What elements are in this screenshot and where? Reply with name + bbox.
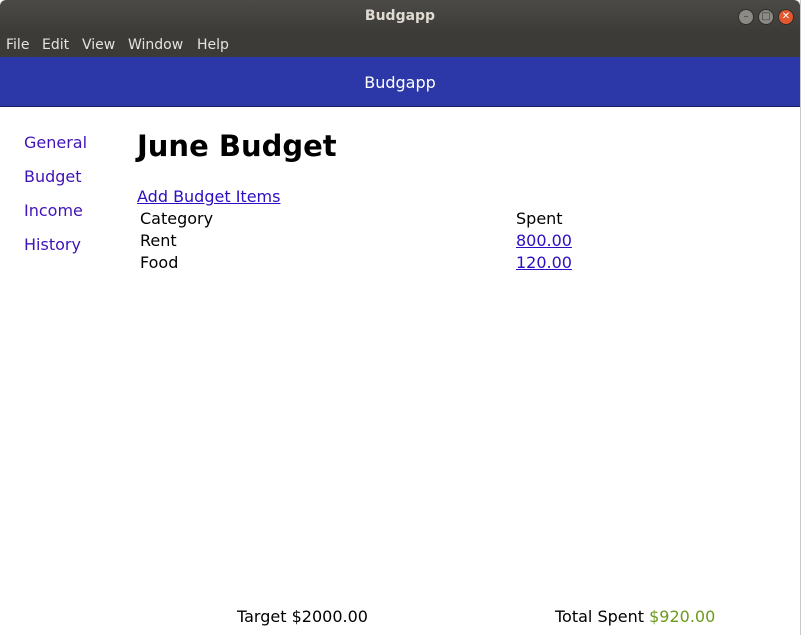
app-header: Budgapp [0,57,800,107]
menu-file[interactable]: File [6,37,29,53]
window-titlebar[interactable]: Budgapp – □ ✕ [0,0,800,33]
target-summary: Target $2000.00 [237,607,368,626]
sidebar-item-general[interactable]: General [24,133,87,152]
maximize-icon[interactable]: □ [758,9,774,25]
sidebar-item-income[interactable]: Income [24,201,83,220]
close-icon[interactable]: ✕ [778,9,794,25]
total-spent-label: Total Spent [555,607,645,626]
total-spent-value: $920.00 [649,607,716,626]
spent-amount-link[interactable]: 800.00 [516,231,572,250]
category-cell: Food [140,253,179,272]
spent-amount-link[interactable]: 120.00 [516,253,572,272]
category-cell: Rent [140,231,177,250]
column-header-spent: Spent [516,209,563,228]
add-budget-items-link[interactable]: Add Budget Items [137,187,280,206]
total-spent-summary: Total Spent $920.00 [555,607,715,626]
window-title: Budgapp [364,8,436,24]
target-label: Target [237,607,287,626]
menu-view[interactable]: View [82,37,115,53]
target-value: $2000.00 [291,607,368,626]
menu-bar: File Edit View Window Help [0,33,800,57]
sidebar-item-budget[interactable]: Budget [24,167,82,186]
menu-window[interactable]: Window [128,37,183,53]
menu-edit[interactable]: Edit [42,37,69,53]
page-title: June Budget [137,129,337,163]
minimize-icon[interactable]: – [738,9,754,25]
sidebar-item-history[interactable]: History [24,235,81,254]
column-header-category: Category [140,209,214,228]
app-header-title: Budgapp [364,73,436,92]
app-window: Budgapp – □ ✕ File Edit View Window Help… [0,0,801,635]
menu-help[interactable]: Help [197,37,229,53]
